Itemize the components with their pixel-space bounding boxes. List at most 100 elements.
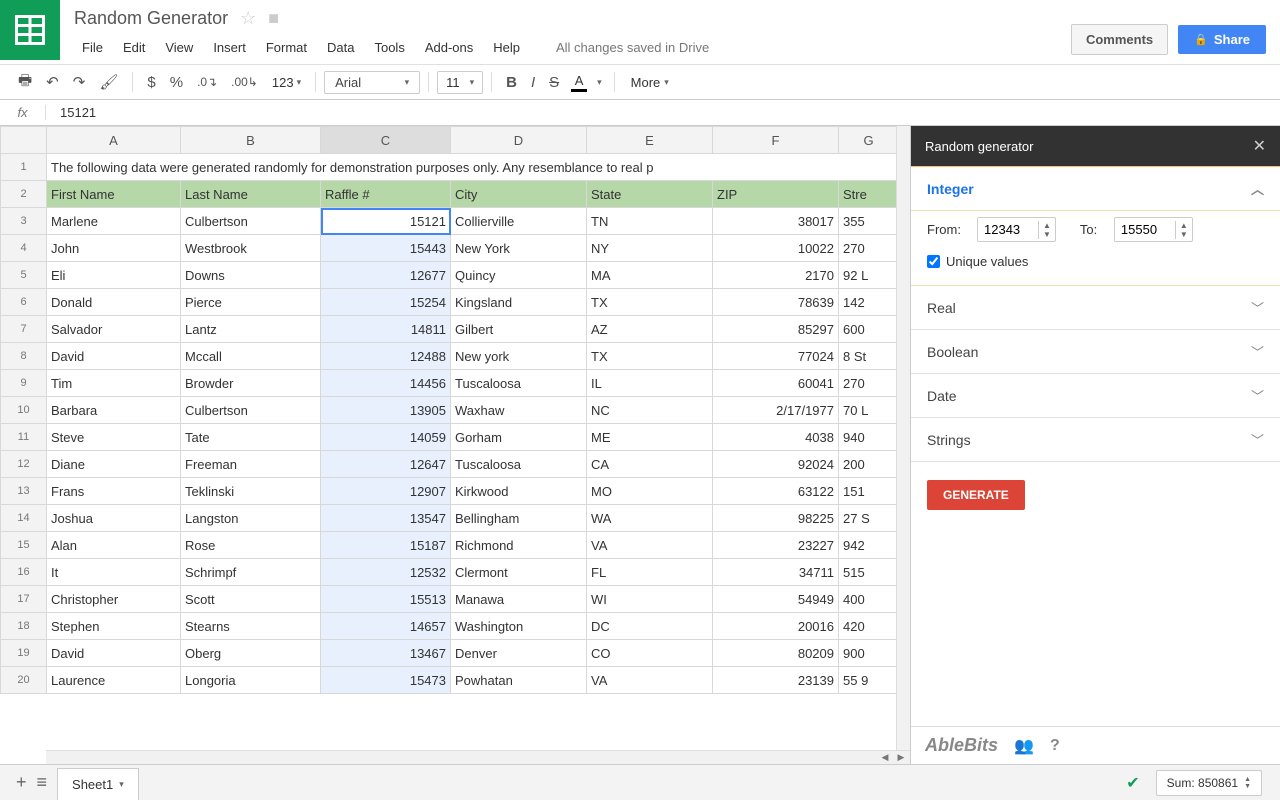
unique-checkbox[interactable] (927, 255, 940, 268)
app-logo[interactable] (0, 0, 60, 60)
menu-file[interactable]: File (74, 37, 111, 58)
undo-icon[interactable]: ↶ (40, 69, 65, 95)
menu-help[interactable]: Help (485, 37, 528, 58)
cell[interactable]: Gilbert (451, 316, 587, 343)
cell[interactable]: Waxhaw (451, 397, 587, 424)
header-cell[interactable]: State (587, 181, 713, 208)
menu-edit[interactable]: Edit (115, 37, 153, 58)
cell[interactable]: 15254 (321, 289, 451, 316)
scroll-right-icon[interactable]: ▶ (894, 752, 908, 764)
col-header[interactable]: C (321, 127, 451, 154)
cell[interactable]: 54949 (713, 586, 839, 613)
brand-label[interactable]: AbleBits (925, 735, 998, 756)
cell[interactable]: Browder (181, 370, 321, 397)
add-sheet-button[interactable]: + (16, 772, 27, 793)
cell[interactable]: 77024 (713, 343, 839, 370)
font-select[interactable]: Arial▾ (324, 71, 420, 94)
cell[interactable]: VA (587, 667, 713, 694)
cell[interactable]: Teklinski (181, 478, 321, 505)
cell[interactable]: Diane (47, 451, 181, 478)
cell[interactable]: Mccall (181, 343, 321, 370)
cell[interactable]: MA (587, 262, 713, 289)
cell[interactable]: 142 (839, 289, 899, 316)
people-icon[interactable]: 👥 (1014, 736, 1034, 756)
header-cell[interactable]: Stre (839, 181, 899, 208)
cell[interactable]: 14657 (321, 613, 451, 640)
formula-input[interactable]: 15121 (46, 105, 96, 120)
cell[interactable]: Longoria (181, 667, 321, 694)
menu-insert[interactable]: Insert (205, 37, 254, 58)
cell[interactable]: DC (587, 613, 713, 640)
cell[interactable]: 13547 (321, 505, 451, 532)
cell[interactable]: TX (587, 289, 713, 316)
cell[interactable]: MO (587, 478, 713, 505)
cell[interactable]: NY (587, 235, 713, 262)
cell[interactable]: 78639 (713, 289, 839, 316)
row-header[interactable]: 3 (1, 208, 47, 235)
bold-button[interactable]: B (500, 70, 523, 95)
menu-data[interactable]: Data (319, 37, 362, 58)
row-header[interactable]: 16 (1, 559, 47, 586)
cell[interactable]: David (47, 343, 181, 370)
inc-decimal-button[interactable]: .00↳ (225, 71, 264, 93)
header-cell[interactable]: City (451, 181, 587, 208)
scrollbar-vertical[interactable] (896, 126, 910, 750)
text-color-button[interactable]: A (567, 71, 591, 94)
paint-format-icon[interactable]: 🖌 (93, 69, 124, 95)
help-icon[interactable]: ? (1050, 737, 1060, 755)
cell[interactable]: 85297 (713, 316, 839, 343)
cell[interactable]: 23139 (713, 667, 839, 694)
cell[interactable]: 400 (839, 586, 899, 613)
cell[interactable]: 23227 (713, 532, 839, 559)
spin-up-icon[interactable]: ▲ (1039, 221, 1055, 230)
cell[interactable]: Marlene (47, 208, 181, 235)
cell[interactable]: 60041 (713, 370, 839, 397)
cell[interactable]: Tuscaloosa (451, 451, 587, 478)
cell[interactable]: Bellingham (451, 505, 587, 532)
row-header[interactable]: 13 (1, 478, 47, 505)
cell[interactable]: 15187 (321, 532, 451, 559)
section-real[interactable]: Real﹀ (911, 286, 1280, 330)
col-header[interactable]: F (713, 127, 839, 154)
col-header[interactable]: B (181, 127, 321, 154)
comments-button[interactable]: Comments (1071, 24, 1168, 55)
col-header[interactable]: E (587, 127, 713, 154)
cell[interactable]: 12532 (321, 559, 451, 586)
cell[interactable]: Tuscaloosa (451, 370, 587, 397)
cell[interactable]: 200 (839, 451, 899, 478)
cell[interactable]: Tim (47, 370, 181, 397)
cell[interactable]: TN (587, 208, 713, 235)
from-input[interactable] (978, 218, 1038, 241)
cell[interactable]: Clermont (451, 559, 587, 586)
cell[interactable]: 13905 (321, 397, 451, 424)
cell[interactable]: VA (587, 532, 713, 559)
cell[interactable]: 55 9 (839, 667, 899, 694)
cell[interactable]: David (47, 640, 181, 667)
cell[interactable]: Laurence (47, 667, 181, 694)
cell[interactable]: 12907 (321, 478, 451, 505)
close-icon[interactable]: ✕ (1253, 136, 1266, 156)
row-header[interactable]: 11 (1, 424, 47, 451)
row-header[interactable]: 10 (1, 397, 47, 424)
redo-icon[interactable]: ↷ (67, 69, 92, 95)
cell[interactable]: Rose (181, 532, 321, 559)
cell[interactable]: Quincy (451, 262, 587, 289)
cell[interactable]: 70 L (839, 397, 899, 424)
cell[interactable]: FL (587, 559, 713, 586)
row-header[interactable]: 4 (1, 235, 47, 262)
cell[interactable]: 515 (839, 559, 899, 586)
star-icon[interactable]: ☆ (240, 8, 256, 29)
cell[interactable]: Lantz (181, 316, 321, 343)
cell[interactable]: AZ (587, 316, 713, 343)
generate-button[interactable]: GENERATE (927, 480, 1025, 510)
cell[interactable]: Culbertson (181, 208, 321, 235)
chevron-down-icon[interactable]: ▾ (593, 77, 606, 88)
cell[interactable]: 270 (839, 370, 899, 397)
italic-button[interactable]: I (525, 70, 541, 95)
cell[interactable]: Christopher (47, 586, 181, 613)
row-header[interactable]: 17 (1, 586, 47, 613)
cell[interactable]: 15513 (321, 586, 451, 613)
col-header[interactable]: G (839, 127, 899, 154)
cell[interactable]: 14456 (321, 370, 451, 397)
menu-addons[interactable]: Add-ons (417, 37, 481, 58)
